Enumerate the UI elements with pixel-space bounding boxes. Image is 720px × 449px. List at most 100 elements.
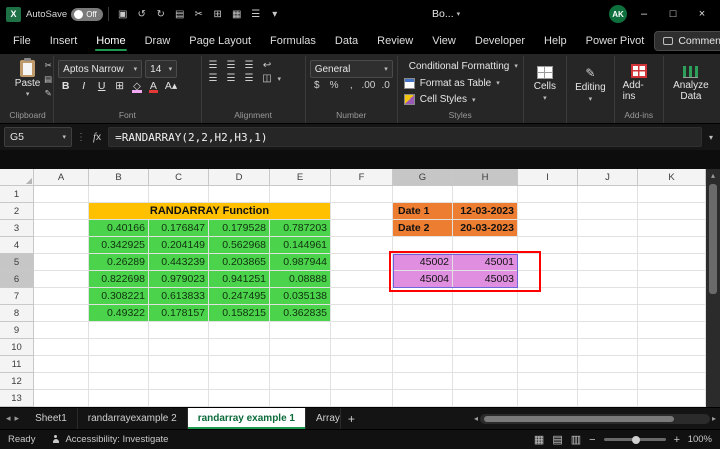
addins-button[interactable]: Add-ins — [619, 58, 659, 108]
cell-h13[interactable] — [453, 390, 518, 407]
ribbon-tab-formulas[interactable]: Formulas — [261, 30, 325, 52]
font-name-dropdown[interactable]: Aptos Narrow▾ — [58, 60, 142, 78]
insert-function-button[interactable]: fx — [90, 131, 104, 143]
cell-j13[interactable] — [578, 390, 638, 407]
ribbon-tab-page-layout[interactable]: Page Layout — [180, 30, 260, 52]
cell-h9[interactable] — [453, 322, 518, 339]
cell-i6[interactable] — [518, 271, 578, 288]
cell-c12[interactable] — [149, 373, 209, 390]
cell-c6[interactable]: 0.979023 — [149, 271, 209, 288]
cell-k4[interactable] — [638, 237, 706, 254]
comma-style-button[interactable]: , — [344, 80, 358, 91]
cell-a6[interactable] — [34, 271, 89, 288]
borders-button[interactable]: ⊞ — [112, 80, 127, 92]
formula-bar-expand-button[interactable]: ▾ — [706, 133, 716, 142]
normal-view-button[interactable]: ▦ — [530, 433, 548, 446]
row-header-8[interactable]: 8 — [0, 305, 34, 322]
cell-h8[interactable] — [453, 305, 518, 322]
row-header-6[interactable]: 6 — [0, 271, 34, 288]
zoom-in-button[interactable]: + — [670, 434, 684, 446]
cell-a4[interactable] — [34, 237, 89, 254]
cell-i11[interactable] — [518, 356, 578, 373]
cell-d10[interactable] — [209, 339, 270, 356]
cell-a8[interactable] — [34, 305, 89, 322]
vertical-scrollbar[interactable]: ▴ — [706, 169, 720, 407]
zoom-slider[interactable] — [604, 438, 666, 441]
row-header-4[interactable]: 4 — [0, 237, 34, 254]
ribbon-tab-home[interactable]: Home — [87, 30, 134, 52]
cell-f1[interactable] — [331, 186, 393, 203]
column-header-g[interactable]: G — [393, 169, 453, 186]
align-middle-button[interactable]: ☰ — [224, 60, 239, 71]
cell-g7[interactable] — [393, 288, 453, 305]
row-header-13[interactable]: 13 — [0, 390, 34, 407]
align-top-button[interactable]: ☰ — [206, 60, 221, 71]
row-header-5[interactable]: 5 — [0, 254, 34, 271]
cell-e8[interactable]: 0.362835 — [270, 305, 331, 322]
cell-b10[interactable] — [89, 339, 149, 356]
cell-a10[interactable] — [34, 339, 89, 356]
cell-b5[interactable]: 0.26289 — [89, 254, 149, 271]
cell-j4[interactable] — [578, 237, 638, 254]
sheet-tab-randarrayexample-2[interactable]: randarrayexample 2 — [78, 408, 188, 429]
cell-d12[interactable] — [209, 373, 270, 390]
cell-b4[interactable]: 0.342925 — [89, 237, 149, 254]
cell-j2[interactable] — [578, 203, 638, 220]
column-header-k[interactable]: K — [638, 169, 706, 186]
horizontal-scroll-track[interactable] — [480, 414, 710, 424]
cell-a1[interactable] — [34, 186, 89, 203]
ribbon-tab-view[interactable]: View — [423, 30, 465, 52]
horizontal-scrollbar[interactable]: ◂ ▸ — [474, 414, 716, 424]
analyze-data-button[interactable]: Analyze Data — [668, 58, 714, 110]
cell-h3[interactable]: 20-03-2023 — [453, 220, 518, 237]
italic-button[interactable]: I — [76, 80, 91, 92]
cell-k8[interactable] — [638, 305, 706, 322]
name-box[interactable]: G5 ▾ — [4, 127, 72, 147]
cell-styles-button[interactable]: Cell Styles ▾ — [402, 91, 519, 108]
zoom-slider-knob[interactable] — [632, 436, 640, 444]
cell-f13[interactable] — [331, 390, 393, 407]
cell-b3[interactable]: 0.40166 — [89, 220, 149, 237]
bold-button[interactable]: B — [58, 80, 73, 92]
cell-h4[interactable] — [453, 237, 518, 254]
cell-g12[interactable] — [393, 373, 453, 390]
cell-d11[interactable] — [209, 356, 270, 373]
cell-h1[interactable] — [453, 186, 518, 203]
underline-button[interactable]: U — [94, 80, 109, 92]
cell-f3[interactable] — [331, 220, 393, 237]
cell-k2[interactable] — [638, 203, 706, 220]
cell-c1[interactable] — [149, 186, 209, 203]
cell-h10[interactable] — [453, 339, 518, 356]
column-header-e[interactable]: E — [270, 169, 331, 186]
customize-qat-icon[interactable]: ▾ — [266, 9, 283, 20]
cut-button[interactable]: ✂ — [44, 60, 52, 71]
cell-i1[interactable] — [518, 186, 578, 203]
row-header-3[interactable]: 3 — [0, 220, 34, 237]
cell-j8[interactable] — [578, 305, 638, 322]
zoom-out-button[interactable]: − — [585, 434, 599, 446]
cell-d9[interactable] — [209, 322, 270, 339]
copy-button[interactable]: ▤ — [44, 74, 52, 85]
column-header-a[interactable]: A — [34, 169, 89, 186]
save-icon[interactable]: ▣ — [114, 9, 131, 20]
align-bottom-button[interactable]: ☰ — [242, 60, 257, 71]
cell-c9[interactable] — [149, 322, 209, 339]
cell-h5[interactable]: 45001 — [453, 254, 518, 271]
cell-e9[interactable] — [270, 322, 331, 339]
undo-icon[interactable]: ↺ — [133, 9, 150, 20]
cell-f5[interactable] — [331, 254, 393, 271]
fill-color-button[interactable]: ◇ — [130, 81, 144, 92]
format-painter-button[interactable]: ✎ — [44, 88, 52, 99]
cell-i8[interactable] — [518, 305, 578, 322]
cell-e7[interactable]: 0.035138 — [270, 288, 331, 305]
cell-d13[interactable] — [209, 390, 270, 407]
cell-j12[interactable] — [578, 373, 638, 390]
sheet-tab-array[interactable]: Array — [306, 408, 341, 429]
cell-g2[interactable]: Date 1 — [393, 203, 453, 220]
cell-b8[interactable]: 0.49322 — [89, 305, 149, 322]
sheet-nav-left-icon[interactable]: ◂ — [6, 413, 11, 424]
cell-e12[interactable] — [270, 373, 331, 390]
zoom-level[interactable]: 100% — [684, 434, 720, 445]
formula-input[interactable]: =RANDARRAY(2,2,H2,H3,1) — [108, 127, 702, 147]
row-header-12[interactable]: 12 — [0, 373, 34, 390]
